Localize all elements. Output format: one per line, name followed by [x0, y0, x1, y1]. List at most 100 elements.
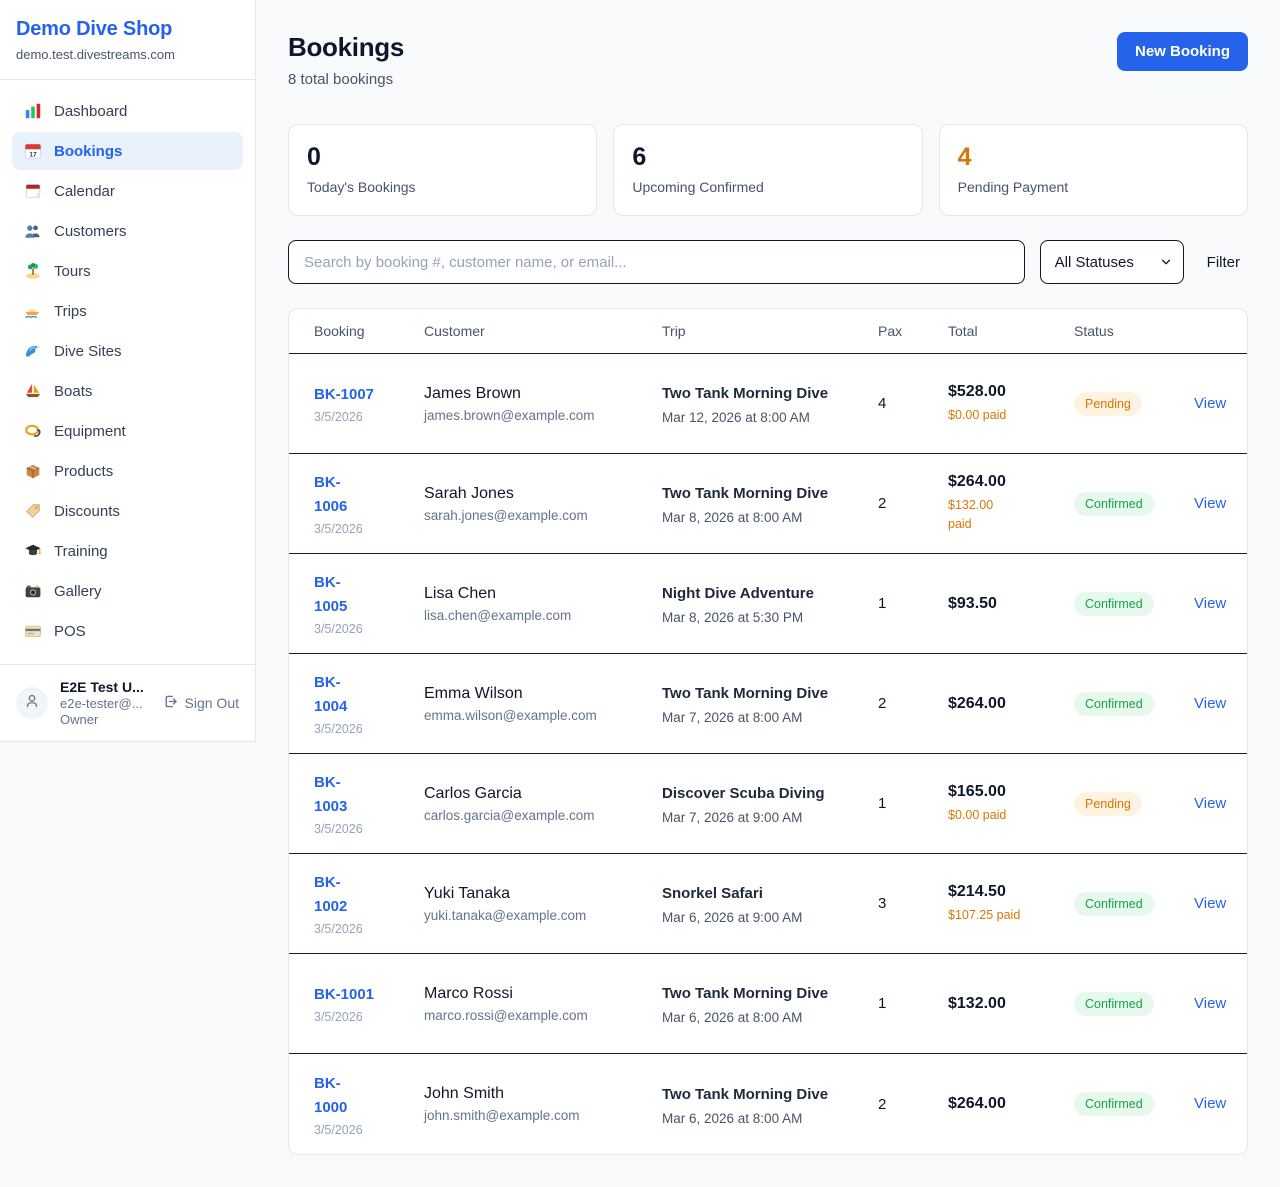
sidebar-item-gallery[interactable]: Gallery — [12, 572, 243, 610]
view-link[interactable]: View — [1194, 995, 1226, 1012]
view-link[interactable]: View — [1194, 795, 1226, 812]
trip-cell: Two Tank Morning Dive Mar 7, 2026 at 8:0… — [662, 682, 878, 725]
booking-number-link[interactable]: BK- 1004 — [314, 671, 412, 719]
booking-cell: BK-1001 3/5/2026 — [314, 983, 424, 1024]
stats-cards: 0Today's Bookings6Upcoming Confirmed4Pen… — [288, 124, 1248, 216]
user-email: e2e-tester@... — [60, 696, 150, 711]
calendar-date-icon: 17 — [24, 142, 42, 160]
actions-cell: View — [1194, 595, 1238, 613]
total-cell: $264.00 — [948, 695, 1074, 713]
status-badge: Confirmed — [1074, 692, 1154, 716]
new-booking-button[interactable]: New Booking — [1117, 32, 1248, 71]
col-header-total: Total — [948, 323, 1074, 339]
customer-name: Yuki Tanaka — [424, 885, 650, 903]
trip-datetime: Mar 12, 2026 at 8:00 AM — [662, 410, 866, 425]
pax-count: 4 — [878, 395, 948, 412]
customer-cell: Sarah Jones sarah.jones@example.com — [424, 485, 662, 523]
sidebar-item-dive-sites[interactable]: Dive Sites — [12, 332, 243, 370]
trip-cell: Discover Scuba Diving Mar 7, 2026 at 9:0… — [662, 782, 878, 825]
page-header: Bookings 8 total bookings New Booking — [288, 32, 1248, 88]
sign-out-button[interactable]: Sign Out — [162, 693, 239, 713]
booking-number-link[interactable]: BK-1007 — [314, 383, 412, 407]
stat-value: 4 — [958, 143, 1229, 172]
status-cell: Confirmed — [1074, 692, 1194, 716]
booking-number-link[interactable]: BK- 1006 — [314, 471, 412, 519]
sidebar-item-boats[interactable]: Boats — [12, 372, 243, 410]
status-badge: Pending — [1074, 792, 1142, 816]
total-cell: $93.50 — [948, 595, 1074, 613]
table-row: BK- 1000 3/5/2026 John Smith john.smith@… — [289, 1054, 1247, 1154]
customer-cell: Marco Rossi marco.rossi@example.com — [424, 985, 662, 1023]
trip-datetime: Mar 8, 2026 at 5:30 PM — [662, 610, 866, 625]
table-row: BK- 1005 3/5/2026 Lisa Chen lisa.chen@ex… — [289, 554, 1247, 654]
sidebar-item-label: Dive Sites — [54, 343, 122, 360]
view-link[interactable]: View — [1194, 395, 1226, 412]
sidebar-item-customers[interactable]: Customers — [12, 212, 243, 250]
sidebar-nav: Dashboard17Bookings Calendar CustomersTour… — [0, 80, 255, 664]
booking-number-link[interactable]: BK- 1005 — [314, 571, 412, 619]
view-link[interactable]: View — [1194, 695, 1226, 712]
paid-amount: $132.00 paid — [948, 496, 1062, 534]
trip-datetime: Mar 8, 2026 at 8:00 AM — [662, 510, 866, 525]
speedboat-icon — [24, 302, 42, 320]
actions-cell: View — [1194, 895, 1238, 913]
trip-datetime: Mar 6, 2026 at 8:00 AM — [662, 1111, 866, 1126]
customer-email: marco.rossi@example.com — [424, 1008, 650, 1023]
status-filter-select[interactable]: All Statuses — [1040, 240, 1184, 284]
sidebar-item-label: Discounts — [54, 503, 120, 520]
booking-date: 3/5/2026 — [314, 922, 412, 936]
bookings-table: Booking Customer Trip Pax Total Status B… — [288, 308, 1248, 1155]
customer-name: Sarah Jones — [424, 485, 650, 503]
trip-cell: Two Tank Morning Dive Mar 12, 2026 at 8:… — [662, 382, 878, 425]
trip-name: Discover Scuba Diving — [662, 782, 852, 806]
sidebar-item-dashboard[interactable]: Dashboard — [12, 92, 243, 130]
total-cell: $132.00 — [948, 995, 1074, 1013]
trip-cell: Two Tank Morning Dive Mar 6, 2026 at 8:0… — [662, 982, 878, 1025]
customer-email: emma.wilson@example.com — [424, 708, 650, 723]
total-cell: $264.00 $132.00 paid — [948, 473, 1074, 534]
booking-number-link[interactable]: BK-1001 — [314, 983, 412, 1007]
sidebar-item-label: Products — [54, 463, 113, 480]
sidebar-item-products[interactable]: Products — [12, 452, 243, 490]
status-cell: Pending — [1074, 792, 1194, 816]
sidebar-item-tours[interactable]: Tours — [12, 252, 243, 290]
stat-card-pending-payment: 4Pending Payment — [939, 124, 1248, 216]
sidebar-item-discounts[interactable]: Discounts — [12, 492, 243, 530]
sidebar-item-bookings[interactable]: 17Bookings — [12, 132, 243, 170]
search-input[interactable] — [288, 240, 1025, 284]
sidebar-item-pos[interactable]: POS — [12, 612, 243, 650]
view-link[interactable]: View — [1194, 895, 1226, 912]
sidebar-item-training[interactable]: Training — [12, 532, 243, 570]
trip-datetime: Mar 7, 2026 at 9:00 AM — [662, 810, 866, 825]
pax-count: 2 — [878, 695, 948, 712]
sidebar-user-footer: E2E Test U... e2e-tester@... Owner Sign … — [0, 664, 255, 741]
credit-card-icon — [24, 622, 42, 640]
sidebar-item-equipment[interactable]: Equipment — [12, 412, 243, 450]
col-header-pax: Pax — [878, 323, 948, 339]
booking-number-link[interactable]: BK- 1002 — [314, 871, 412, 919]
total-amount: $214.50 — [948, 883, 1062, 901]
sidebar-item-label: Boats — [54, 383, 92, 400]
person-icon — [23, 692, 41, 715]
table-row: BK- 1003 3/5/2026 Carlos Garcia carlos.g… — [289, 754, 1247, 854]
sidebar-item-label: Equipment — [54, 423, 126, 440]
sidebar-item-label: Calendar — [54, 183, 115, 200]
sidebar-item-calendar[interactable]: Calendar — [12, 172, 243, 210]
tag-icon — [24, 502, 42, 520]
shop-domain: demo.test.divestreams.com — [16, 47, 239, 62]
view-link[interactable]: View — [1194, 1095, 1226, 1112]
customer-name: John Smith — [424, 1085, 650, 1103]
stat-card-upcoming-confirmed: 6Upcoming Confirmed — [613, 124, 922, 216]
user-avatar — [16, 687, 48, 719]
view-link[interactable]: View — [1194, 495, 1226, 512]
trip-cell: Two Tank Morning Dive Mar 6, 2026 at 8:0… — [662, 1083, 878, 1126]
trip-name: Two Tank Morning Dive — [662, 682, 852, 706]
booking-number-link[interactable]: BK- 1003 — [314, 771, 412, 819]
booking-date: 3/5/2026 — [314, 622, 412, 636]
sidebar-item-label: Trips — [54, 303, 87, 320]
booking-number-link[interactable]: BK- 1000 — [314, 1072, 412, 1120]
total-amount: $93.50 — [948, 595, 1062, 613]
view-link[interactable]: View — [1194, 595, 1226, 612]
filter-button[interactable]: Filter — [1207, 254, 1240, 271]
sidebar-item-trips[interactable]: Trips — [12, 292, 243, 330]
